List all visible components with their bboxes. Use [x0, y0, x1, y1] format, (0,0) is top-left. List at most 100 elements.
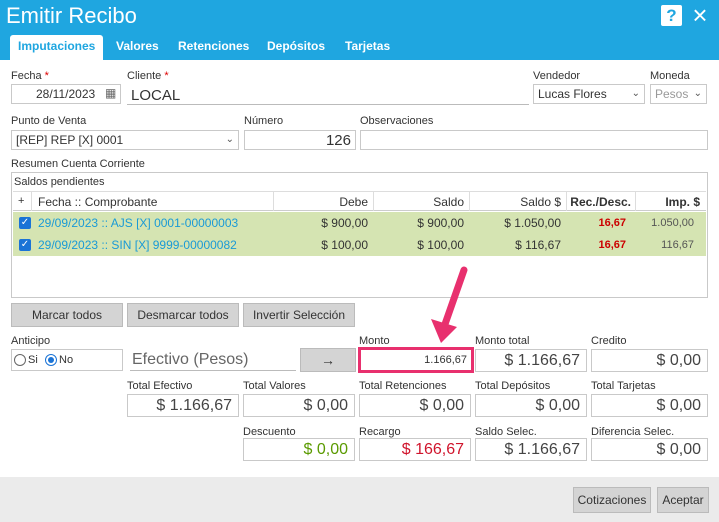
observaciones-label: Observaciones: [360, 115, 434, 127]
row-comprobante[interactable]: 29/09/2023 :: SIN [X] 9999-00000082: [38, 238, 237, 252]
numero-input[interactable]: 126: [244, 130, 356, 150]
chevron-down-icon: ⌄: [631, 88, 640, 99]
anticipo-radio-group: Si No: [11, 349, 123, 371]
marcar-todos-button[interactable]: Marcar todos: [11, 303, 123, 327]
column-divider: [273, 192, 274, 211]
diferencia-selec-label: Diferencia Selec.: [591, 426, 675, 438]
saldo-selec-value: $ 1.166,67: [475, 438, 587, 461]
radio-no-label: No: [59, 354, 74, 366]
calendar-icon[interactable]: ▦: [105, 86, 116, 100]
medio-pago-input[interactable]: Efectivo (Pesos): [130, 349, 296, 371]
saldos-subtitle: Saldos pendientes: [14, 176, 105, 188]
window-title: Emitir Recibo: [6, 3, 137, 28]
descuento-label: Descuento: [243, 426, 296, 438]
monto-label: Monto: [359, 335, 390, 347]
vendedor-label: Vendedor: [533, 70, 581, 82]
row-rec-desc[interactable]: 16,67: [598, 217, 626, 229]
total-tarjetas-value: $ 0,00: [591, 394, 708, 417]
checkbox-checked[interactable]: ✓: [19, 217, 31, 229]
total-retenciones-label: Total Retenciones: [359, 380, 447, 392]
moneda-select[interactable]: Pesos ⌄: [650, 84, 707, 104]
total-depositos-value: $ 0,00: [475, 394, 587, 417]
grid-header-rec-desc[interactable]: Rec./Desc.: [570, 195, 631, 209]
column-divider: [635, 192, 636, 211]
fecha-value: 28/11/2023: [36, 87, 96, 101]
cliente-label: Cliente *: [127, 70, 169, 82]
monto-input[interactable]: 1.166,67: [358, 347, 474, 373]
grid-header-saldo-pesos[interactable]: Saldo $: [520, 195, 561, 209]
total-efectivo-label: Total Efectivo: [127, 380, 193, 392]
radio-no[interactable]: [45, 354, 57, 366]
column-divider: [566, 192, 567, 211]
vendedor-select[interactable]: Lucas Flores ⌄: [533, 84, 645, 104]
radio-dot: [48, 357, 54, 363]
radio-si-label: Si: [28, 354, 38, 366]
row-imp[interactable]: 116,67: [661, 239, 694, 251]
total-valores-label: Total Valores: [243, 380, 306, 392]
anticipo-label: Anticipo: [11, 335, 51, 347]
resumen-title: Resumen Cuenta Corriente: [11, 158, 145, 170]
saldo-selec-label: Saldo Selec.: [475, 426, 537, 438]
grid-header-imp[interactable]: Imp. $: [665, 195, 700, 209]
vendedor-value: Lucas Flores: [538, 87, 607, 101]
table-row[interactable]: ✓ 29/09/2023 :: AJS [X] 0001-00000003 $ …: [13, 212, 706, 234]
grid-header: + Fecha :: Comprobante Debe Saldo Saldo …: [13, 191, 706, 211]
credito-label: Credito: [591, 335, 627, 347]
cliente-input[interactable]: LOCAL: [127, 84, 529, 105]
arrow-button[interactable]: →: [300, 348, 356, 372]
cotizaciones-button[interactable]: Cotizaciones: [573, 487, 651, 513]
cliente-value: LOCAL: [131, 87, 181, 104]
moneda-value: Pesos: [655, 87, 689, 101]
row-saldo-pesos: $ 1.050,00: [504, 216, 561, 230]
column-divider: [373, 192, 374, 211]
credito-value: $ 0,00: [591, 349, 708, 372]
punto-value: [REP] REP [X] 0001: [16, 133, 124, 147]
diferencia-selec-value: $ 0,00: [591, 438, 708, 461]
table-row[interactable]: ✓ 29/09/2023 :: SIN [X] 9999-00000082 $ …: [13, 234, 706, 256]
tab-depositos[interactable]: Depósitos: [267, 35, 325, 60]
punto-select[interactable]: [REP] REP [X] 0001 ⌄: [11, 130, 239, 150]
observaciones-input[interactable]: [360, 130, 708, 150]
tab-imputaciones[interactable]: Imputaciones: [10, 35, 104, 60]
recargo-label: Recargo: [359, 426, 401, 438]
monto-total-value: $ 1.166,67: [475, 349, 587, 372]
fecha-input[interactable]: 28/11/2023 ▦: [11, 84, 121, 104]
aceptar-button[interactable]: Aceptar: [657, 487, 709, 513]
row-comprobante[interactable]: 29/09/2023 :: AJS [X] 0001-00000003: [38, 216, 238, 230]
tab-valores[interactable]: Valores: [116, 35, 159, 60]
tab-tarjetas[interactable]: Tarjetas: [345, 35, 390, 60]
moneda-label: Moneda: [650, 70, 690, 82]
row-rec-desc[interactable]: 16,67: [598, 239, 626, 251]
row-debe: $ 100,00: [321, 238, 368, 252]
tab-retenciones[interactable]: Retenciones: [178, 35, 249, 60]
fecha-label: Fecha *: [11, 70, 49, 82]
radio-si[interactable]: [14, 354, 26, 366]
descuento-value: $ 0,00: [243, 438, 355, 461]
grid-header-saldo[interactable]: Saldo: [433, 195, 464, 209]
chevron-down-icon: ⌄: [693, 88, 702, 99]
row-saldo: $ 900,00: [417, 216, 464, 230]
grid-header-comprobante[interactable]: Fecha :: Comprobante: [38, 195, 157, 209]
numero-label: Número: [244, 115, 284, 127]
punto-label: Punto de Venta: [11, 115, 87, 127]
invertir-seleccion-button[interactable]: Invertir Selección: [243, 303, 355, 327]
grid-header-debe[interactable]: Debe: [339, 195, 368, 209]
chevron-down-icon: ⌄: [225, 134, 234, 145]
total-efectivo-value: $ 1.166,67: [127, 394, 239, 417]
monto-total-label: Monto total: [475, 335, 530, 347]
medio-pago-value: Efectivo (Pesos): [132, 351, 249, 368]
column-divider: [31, 192, 32, 211]
close-icon[interactable]: ×: [689, 2, 711, 28]
total-depositos-label: Total Depósitos: [475, 380, 551, 392]
row-saldo-pesos: $ 116,67: [515, 238, 561, 252]
row-imp[interactable]: 1.050,00: [651, 217, 694, 229]
annotation-arrow-icon: [431, 266, 468, 343]
total-valores-value: $ 0,00: [243, 394, 355, 417]
row-debe: $ 900,00: [321, 216, 368, 230]
checkbox-checked[interactable]: ✓: [19, 239, 31, 251]
help-icon[interactable]: ?: [661, 5, 682, 26]
desmarcar-todos-button[interactable]: Desmarcar todos: [127, 303, 239, 327]
row-saldo: $ 100,00: [417, 238, 464, 252]
total-tarjetas-label: Total Tarjetas: [591, 380, 656, 392]
grid-header-plus[interactable]: +: [18, 195, 24, 207]
